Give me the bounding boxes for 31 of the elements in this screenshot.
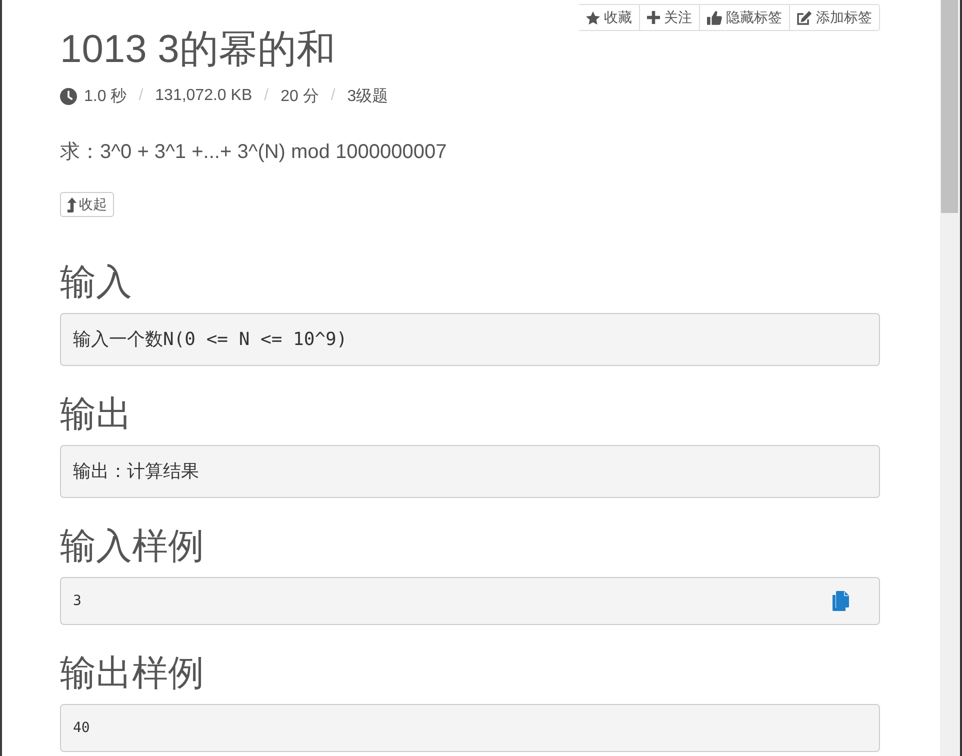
- meta-text: 131,072.0 KB: [155, 87, 252, 105]
- toolbar-button[interactable]: 隐藏标签: [700, 4, 790, 31]
- star-icon: [586, 10, 600, 24]
- edit-icon: [797, 10, 812, 24]
- section-heading: 输入: [60, 260, 132, 304]
- meta-text: 20 分: [280, 86, 319, 106]
- meta-separator: /: [138, 87, 144, 105]
- content-text: 输出：计算结果: [73, 460, 199, 483]
- thumbs-up-icon: [707, 10, 722, 24]
- scrollbar[interactable]: [940, 0, 960, 756]
- meta-text: 1.0 秒: [84, 86, 127, 106]
- content-text: 3: [73, 592, 82, 608]
- section-heading: 输入样例: [60, 524, 204, 568]
- toolbar-button[interactable]: 关注: [640, 4, 700, 31]
- arrow-up-icon: [67, 196, 77, 212]
- copy-icon[interactable]: [832, 590, 850, 610]
- plus-icon: [647, 11, 660, 24]
- content-text: 40: [73, 720, 90, 736]
- meta-text: 3级题: [347, 86, 388, 106]
- toolbar-button[interactable]: 收藏: [579, 4, 640, 31]
- section-heading: 输出: [60, 392, 132, 436]
- collapse-button[interactable]: 收起: [60, 192, 114, 217]
- meta-separator: /: [264, 87, 269, 105]
- clock-icon: [60, 88, 77, 104]
- scrollbar-thumb[interactable]: [941, 0, 958, 213]
- section-heading: 输出样例: [60, 650, 204, 694]
- meta-separator: /: [330, 87, 336, 105]
- problem-statement: 求：3^0 + 3^1 +...+ 3^(N) mod 1000000007: [60, 140, 448, 165]
- content-text: 输入一个数N(0 <= N <= 10^9): [73, 328, 348, 351]
- toolbar-button[interactable]: 添加标签: [790, 4, 880, 31]
- problem-title: 1013 3的幂的和: [60, 28, 336, 72]
